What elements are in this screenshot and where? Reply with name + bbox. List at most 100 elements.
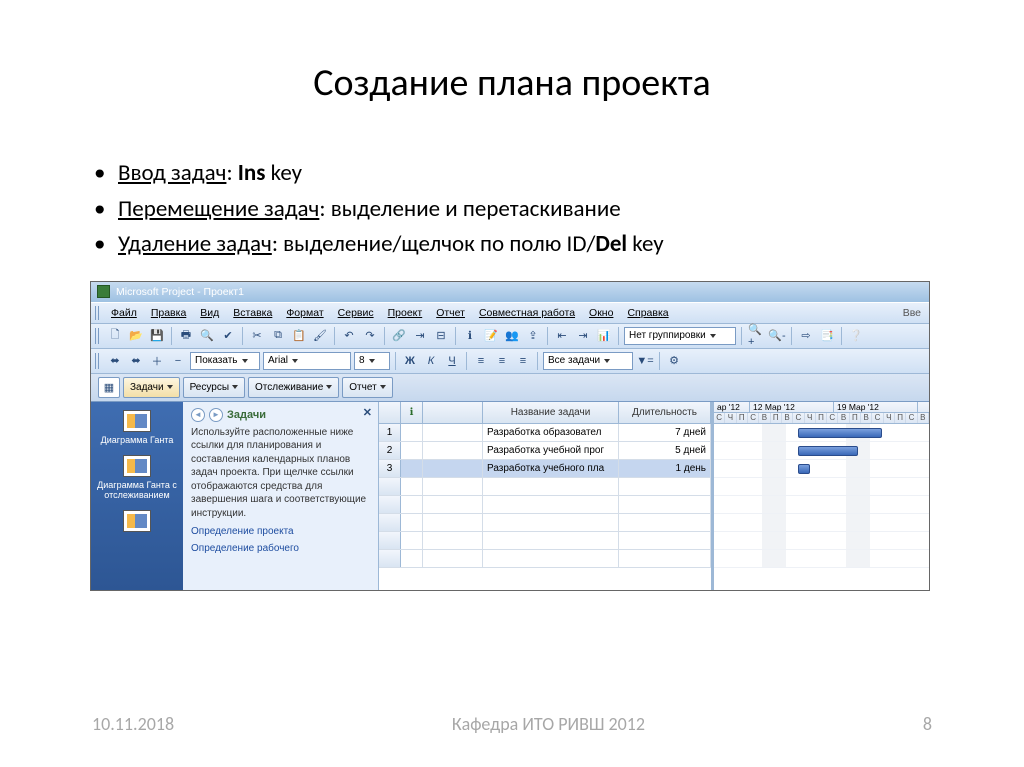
table-row[interactable] bbox=[379, 478, 711, 496]
table-row[interactable]: 3 Разработка учебного пла1 день bbox=[379, 460, 711, 478]
close-icon[interactable]: ✕ bbox=[363, 406, 372, 419]
align-right-icon[interactable]: ≡ bbox=[514, 352, 532, 370]
undo-icon[interactable]: ↶ bbox=[340, 327, 358, 345]
align-left-icon[interactable]: ≡ bbox=[472, 352, 490, 370]
cell-name[interactable]: Разработка образовател bbox=[483, 424, 619, 441]
open-icon[interactable]: 📂 bbox=[127, 327, 145, 345]
spell-icon[interactable]: ✔ bbox=[219, 327, 237, 345]
row-id[interactable]: 1 bbox=[379, 424, 401, 441]
zoom-in-icon[interactable]: 🔍+ bbox=[747, 327, 765, 345]
menu-view[interactable]: Вид bbox=[194, 305, 225, 321]
col-indent[interactable] bbox=[423, 402, 483, 423]
outdent-icon[interactable]: ⇤ bbox=[553, 327, 571, 345]
gantt-bar[interactable] bbox=[798, 464, 810, 474]
tracking-button[interactable]: Отслеживание bbox=[248, 377, 339, 398]
link-define-project[interactable]: Определение проекта bbox=[191, 526, 370, 537]
outdent2-icon[interactable]: ⬌ bbox=[106, 352, 124, 370]
menu-window[interactable]: Окно bbox=[583, 305, 619, 321]
link-icon[interactable]: 🔗 bbox=[390, 327, 408, 345]
goto-icon[interactable]: ⇨ bbox=[797, 327, 815, 345]
publish-icon[interactable]: ⇪ bbox=[524, 327, 542, 345]
cell-info[interactable] bbox=[401, 442, 423, 459]
paste-icon[interactable]: 📋 bbox=[290, 327, 308, 345]
filter-combo[interactable]: Все задачи bbox=[543, 352, 633, 370]
cell-duration[interactable]: 1 день bbox=[619, 460, 711, 477]
report-button[interactable]: Отчет bbox=[342, 377, 392, 398]
autofilter-icon[interactable]: ▼= bbox=[636, 352, 654, 370]
view-tracking-gantt[interactable]: Диаграмма Ганта с отслеживанием bbox=[95, 455, 179, 500]
save-icon[interactable]: 💾 bbox=[148, 327, 166, 345]
cell-info[interactable] bbox=[401, 460, 423, 477]
menu-insert[interactable]: Вставка bbox=[227, 305, 278, 321]
font-combo[interactable]: Arial bbox=[263, 352, 351, 370]
resources-button[interactable]: Ресурсы bbox=[183, 377, 245, 398]
view-item-3[interactable] bbox=[123, 510, 151, 532]
preview-icon[interactable]: 🔍 bbox=[198, 327, 216, 345]
cell-name[interactable]: Разработка учебной прог bbox=[483, 442, 619, 459]
menu-collab[interactable]: Совместная работа bbox=[473, 305, 581, 321]
save-baseline-icon[interactable]: 📑 bbox=[818, 327, 836, 345]
redo-icon[interactable]: ↷ bbox=[361, 327, 379, 345]
cell-indent[interactable] bbox=[423, 460, 483, 477]
gantt-chart[interactable]: ар '1212 Мар '1219 Мар '12 СЧПСВПВСЧПСВП… bbox=[714, 402, 929, 590]
menu-project[interactable]: Проект bbox=[382, 305, 429, 321]
align-center-icon[interactable]: ≡ bbox=[493, 352, 511, 370]
col-name[interactable]: Название задачи bbox=[483, 402, 619, 423]
group-combo[interactable]: Нет группировки bbox=[624, 327, 736, 345]
underline-icon[interactable]: Ч bbox=[443, 352, 461, 370]
plus-icon[interactable]: ＋ bbox=[148, 352, 166, 370]
copy-icon[interactable]: ⧉ bbox=[269, 327, 287, 345]
cell-info[interactable] bbox=[401, 424, 423, 441]
menu-format[interactable]: Формат bbox=[280, 305, 329, 321]
fwd-icon[interactable]: ► bbox=[209, 408, 223, 422]
minus-icon[interactable]: − bbox=[169, 352, 187, 370]
format-paint-icon[interactable]: 🖌 bbox=[311, 327, 329, 345]
back-icon[interactable]: ◄ bbox=[191, 408, 205, 422]
italic-icon[interactable]: К bbox=[422, 352, 440, 370]
split-icon[interactable]: ⊟ bbox=[432, 327, 450, 345]
note-icon[interactable]: 📝 bbox=[482, 327, 500, 345]
cell-duration[interactable]: 7 дней bbox=[619, 424, 711, 441]
print-icon[interactable]: 🖶 bbox=[177, 327, 195, 345]
bold-icon[interactable]: Ж bbox=[401, 352, 419, 370]
gantt-bar[interactable] bbox=[798, 428, 882, 438]
new-icon[interactable]: 🗋 bbox=[106, 327, 124, 345]
menu-edit[interactable]: Правка bbox=[145, 305, 192, 321]
cell-indent[interactable] bbox=[423, 424, 483, 441]
cell-name[interactable]: Разработка учебного пла bbox=[483, 460, 619, 477]
menu-file[interactable]: Файл bbox=[105, 305, 143, 321]
table-row[interactable] bbox=[379, 514, 711, 532]
help-icon[interactable]: ❔ bbox=[847, 327, 865, 345]
cell-duration[interactable]: 5 дней bbox=[619, 442, 711, 459]
unlink-icon[interactable]: ⇥ bbox=[411, 327, 429, 345]
size-combo[interactable]: 8 bbox=[354, 352, 390, 370]
wizard-icon[interactable]: ⚙ bbox=[665, 352, 683, 370]
cut-icon[interactable]: ✂ bbox=[248, 327, 266, 345]
show-combo[interactable]: Показать bbox=[190, 352, 260, 370]
table-row[interactable]: 2 Разработка учебной прог5 дней bbox=[379, 442, 711, 460]
menu-tools[interactable]: Сервис bbox=[332, 305, 380, 321]
row-id[interactable]: 2 bbox=[379, 442, 401, 459]
cell-indent[interactable] bbox=[423, 442, 483, 459]
indent-icon[interactable]: ⇥ bbox=[574, 327, 592, 345]
guide-toggle-icon[interactable]: ▦ bbox=[98, 377, 120, 398]
table-row[interactable]: 1 Разработка образовател7 дней bbox=[379, 424, 711, 442]
gantt-bar[interactable] bbox=[798, 446, 858, 456]
tasks-button[interactable]: Задачи bbox=[123, 377, 180, 398]
assign-icon[interactable]: 👥 bbox=[503, 327, 521, 345]
col-duration[interactable]: Длительность bbox=[619, 402, 711, 423]
table-row[interactable] bbox=[379, 496, 711, 514]
scroll-icon[interactable]: 📊 bbox=[595, 327, 613, 345]
col-info[interactable]: ℹ bbox=[401, 402, 423, 423]
indent2-icon[interactable]: ⬌ bbox=[127, 352, 145, 370]
col-id[interactable] bbox=[379, 402, 401, 423]
info-icon[interactable]: ℹ bbox=[461, 327, 479, 345]
table-row[interactable] bbox=[379, 532, 711, 550]
table-row[interactable] bbox=[379, 550, 711, 568]
view-gantt[interactable]: Диаграмма Ганта bbox=[101, 410, 174, 445]
menu-report[interactable]: Отчет bbox=[430, 305, 471, 321]
row-id[interactable]: 3 bbox=[379, 460, 401, 477]
zoom-out-icon[interactable]: 🔍- bbox=[768, 327, 786, 345]
menu-help[interactable]: Справка bbox=[621, 305, 674, 321]
task-sheet[interactable]: ℹ Название задачи Длительность 1 Разработ… bbox=[379, 402, 714, 590]
